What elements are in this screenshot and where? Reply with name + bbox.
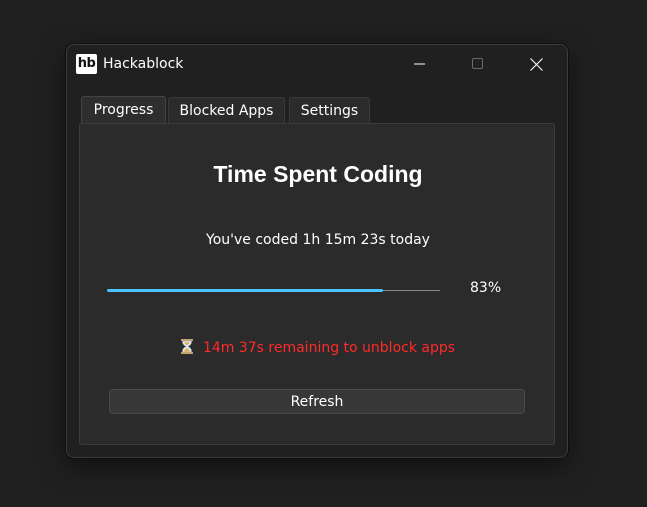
progress-panel: Time Spent Coding You've coded 1h 15m 23… [79,123,555,445]
progress-bar-fill [107,289,384,292]
remaining-time-message: 14m 37s remaining to unblock apps [80,339,556,357]
maximize-button[interactable] [455,45,501,83]
minimize-icon [414,63,425,65]
window-title: Hackablock [103,56,184,72]
progress-bar [107,289,440,292]
coded-time-text: You've coded 1h 15m 23s today [206,232,430,248]
app-logo: hb [76,54,97,74]
tab-settings[interactable]: Settings [289,97,370,124]
panel-heading: Time Spent Coding [213,161,423,187]
app-window: hb Hackablock Progress Blocked Apps Sett… [66,44,568,458]
tab-blocked-apps[interactable]: Blocked Apps [168,97,285,124]
close-icon [529,57,543,71]
close-button[interactable] [513,45,559,83]
refresh-button[interactable]: Refresh [109,389,525,414]
desktop-background: hb Hackablock Progress Blocked Apps Sett… [0,0,647,507]
hourglass-icon [180,339,193,354]
minimize-button[interactable] [397,45,443,83]
title-bar[interactable]: hb Hackablock [67,45,567,83]
remaining-time-text: 14m 37s remaining to unblock apps [202,340,456,356]
progress-percentage: 83% [470,280,502,296]
tab-progress[interactable]: Progress [81,96,166,124]
maximize-icon [472,58,483,69]
